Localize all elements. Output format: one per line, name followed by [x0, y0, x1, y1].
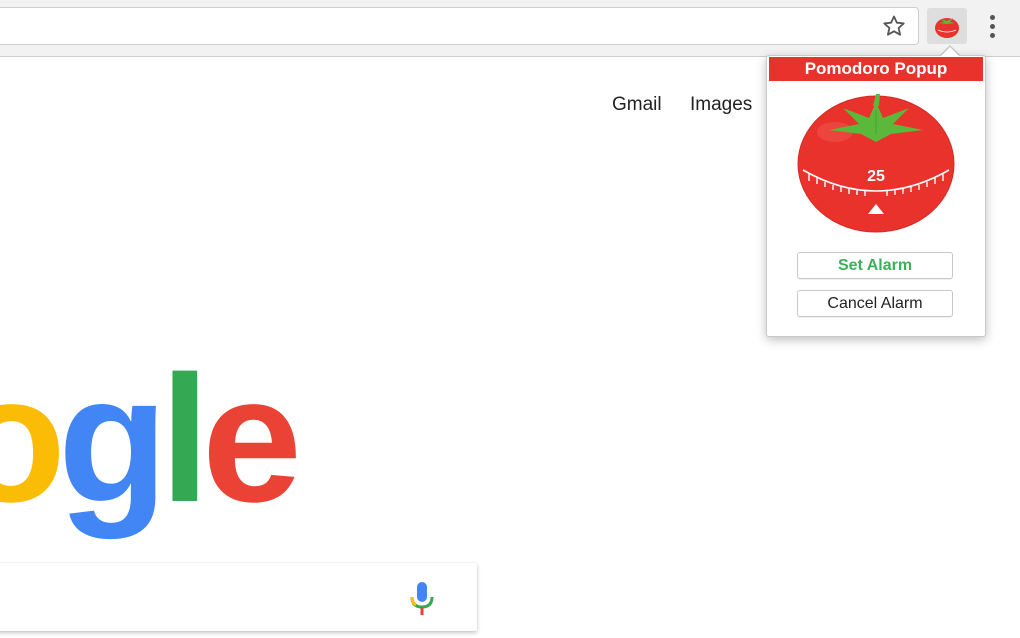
menu-dot: [989, 23, 995, 29]
browser-toolbar: [0, 0, 1020, 57]
menu-dot: [989, 32, 995, 38]
popup-title: Pomodoro Popup: [769, 57, 983, 81]
pomodoro-popup: Pomodoro Popup 25 Set Alarm Cancel Alarm: [766, 55, 986, 337]
cancel-alarm-button[interactable]: Cancel Alarm: [797, 290, 953, 317]
pomodoro-extension-button[interactable]: [927, 8, 967, 44]
tomato-timer-icon: [797, 94, 955, 233]
menu-dot: [989, 14, 995, 20]
gmail-link[interactable]: Gmail: [612, 94, 662, 116]
chrome-menu-button[interactable]: [980, 10, 1004, 42]
set-alarm-button[interactable]: Set Alarm: [797, 252, 953, 279]
google-logo: ogle: [0, 339, 302, 540]
address-bar[interactable]: [0, 7, 919, 45]
popup-arrow-inner: [940, 47, 960, 57]
images-link[interactable]: Images: [690, 94, 752, 116]
timer-number: 25: [867, 168, 885, 185]
search-input[interactable]: [0, 563, 477, 631]
tomato-icon: [935, 18, 959, 38]
star-icon[interactable]: [881, 13, 907, 39]
microphone-icon[interactable]: [404, 579, 440, 619]
